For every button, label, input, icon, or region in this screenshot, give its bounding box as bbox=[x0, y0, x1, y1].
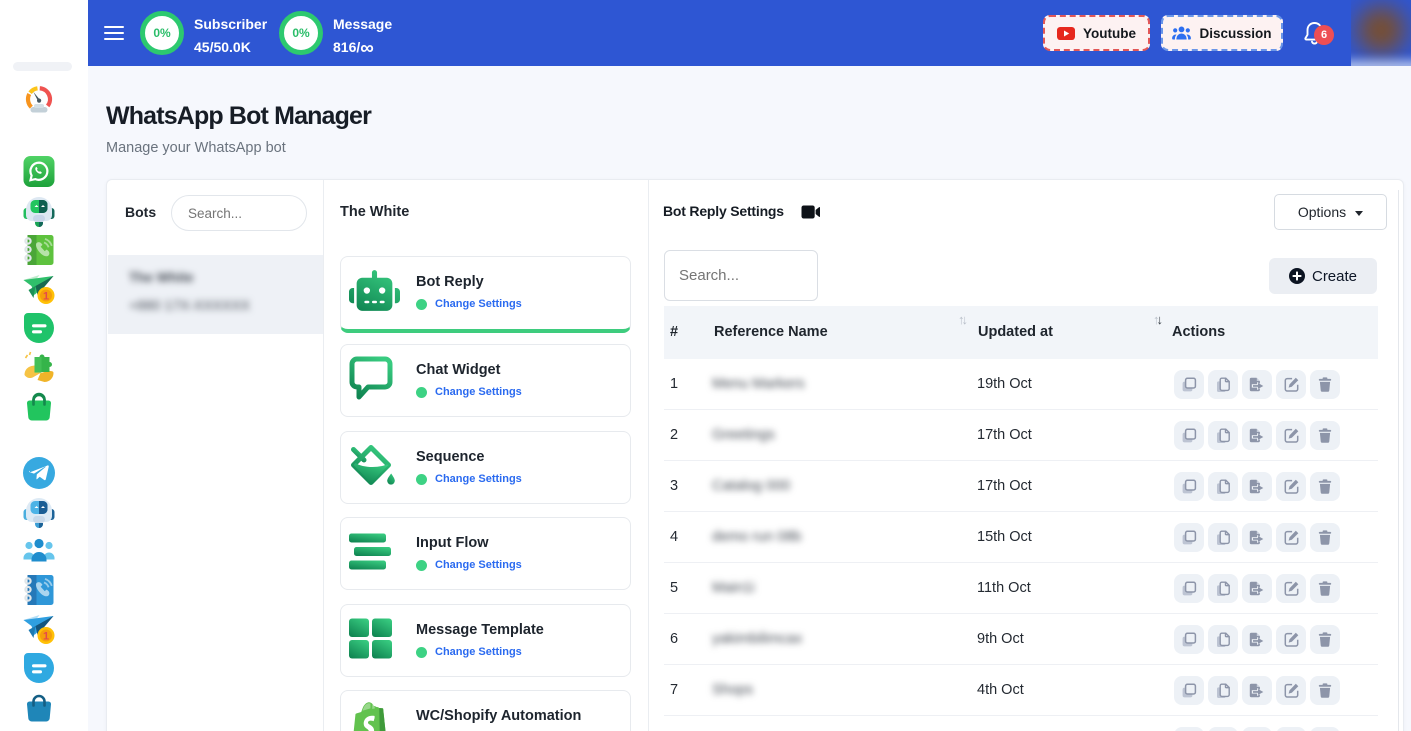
svg-text:1: 1 bbox=[43, 291, 49, 303]
svg-text:1: 1 bbox=[43, 631, 49, 643]
